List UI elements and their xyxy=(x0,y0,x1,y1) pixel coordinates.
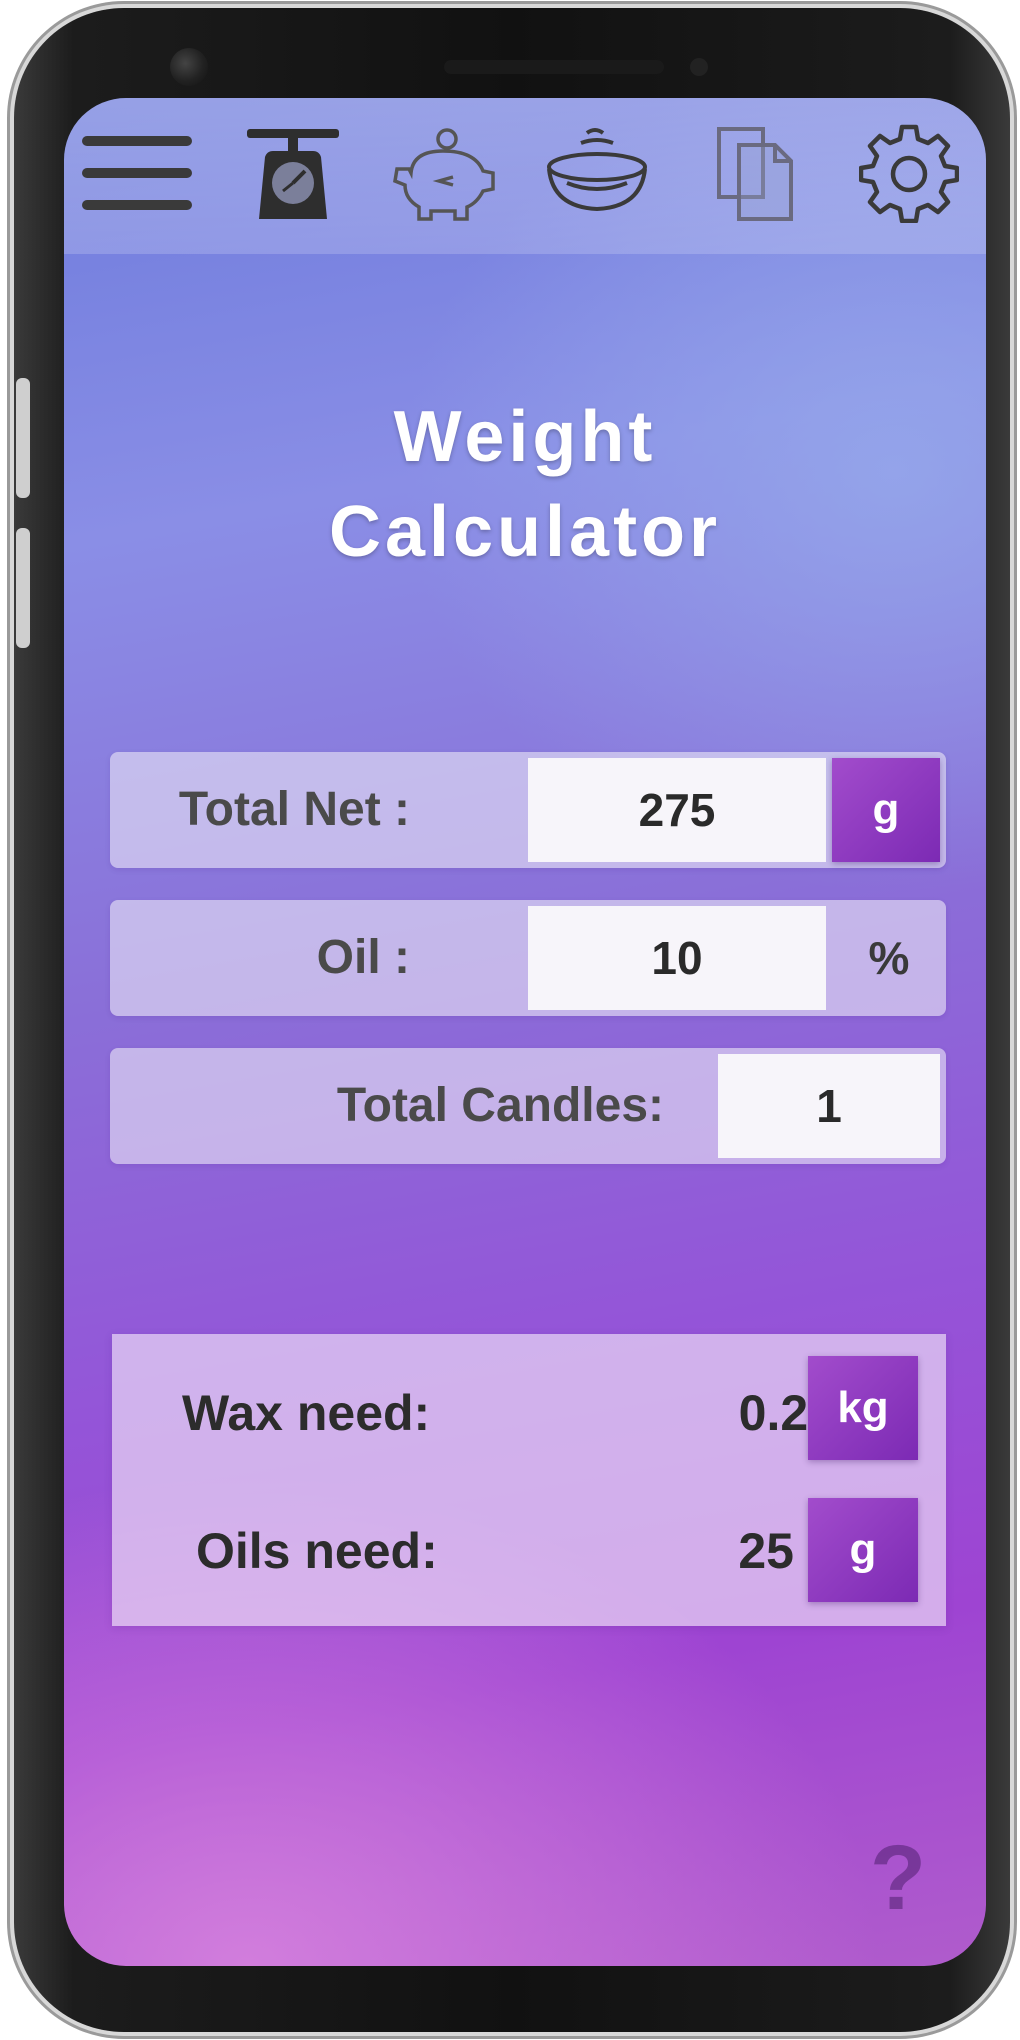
oil-row: Oil : % xyxy=(110,900,946,1016)
oils-unit-button[interactable]: g xyxy=(808,1498,918,1602)
oil-label: Oil : xyxy=(316,931,410,984)
total-candles-label: Total Candles: xyxy=(336,1079,664,1132)
total-net-label: Total Net : xyxy=(178,783,410,836)
menu-icon[interactable] xyxy=(82,118,192,228)
title-line-2: Calculator xyxy=(328,492,722,572)
scale-icon[interactable] xyxy=(238,118,348,228)
total-net-input[interactable] xyxy=(528,758,826,862)
power-button xyxy=(16,528,30,648)
total-candles-input[interactable] xyxy=(718,1054,940,1158)
front-camera xyxy=(170,48,208,86)
top-navigation-bar xyxy=(64,98,986,254)
oil-input[interactable] xyxy=(528,906,826,1010)
earpiece-speaker xyxy=(444,60,664,74)
copy-icon[interactable] xyxy=(700,118,810,228)
wax-need-label: Wax need: xyxy=(182,1385,431,1441)
bowl-icon[interactable] xyxy=(542,118,652,228)
results-panel: Wax need: 0.25 kg Oils need: 25 g xyxy=(112,1334,946,1626)
oils-need-label: Oils need: xyxy=(196,1523,438,1579)
page-title: Weight Calculator xyxy=(64,390,986,580)
piggy-bank-icon[interactable] xyxy=(390,118,500,228)
gear-icon[interactable] xyxy=(854,118,964,228)
oil-unit-label: % xyxy=(868,932,910,984)
phone-frame: Weight Calculator Total Net : g Oil : % … xyxy=(14,8,1010,2032)
total-net-unit-button[interactable]: g xyxy=(832,758,940,862)
proximity-sensor xyxy=(690,58,708,76)
title-line-1: Weight xyxy=(393,397,657,477)
wax-need-value: 0.25 xyxy=(738,1385,836,1441)
volume-button xyxy=(16,378,30,498)
total-net-row: Total Net : g xyxy=(110,752,946,868)
app-screen: Weight Calculator Total Net : g Oil : % … xyxy=(64,98,986,1966)
wax-unit-button[interactable]: kg xyxy=(808,1356,918,1460)
help-button[interactable]: ? xyxy=(858,1828,938,1928)
total-candles-row: Total Candles: xyxy=(110,1048,946,1164)
oils-need-value: 25 xyxy=(738,1523,794,1579)
